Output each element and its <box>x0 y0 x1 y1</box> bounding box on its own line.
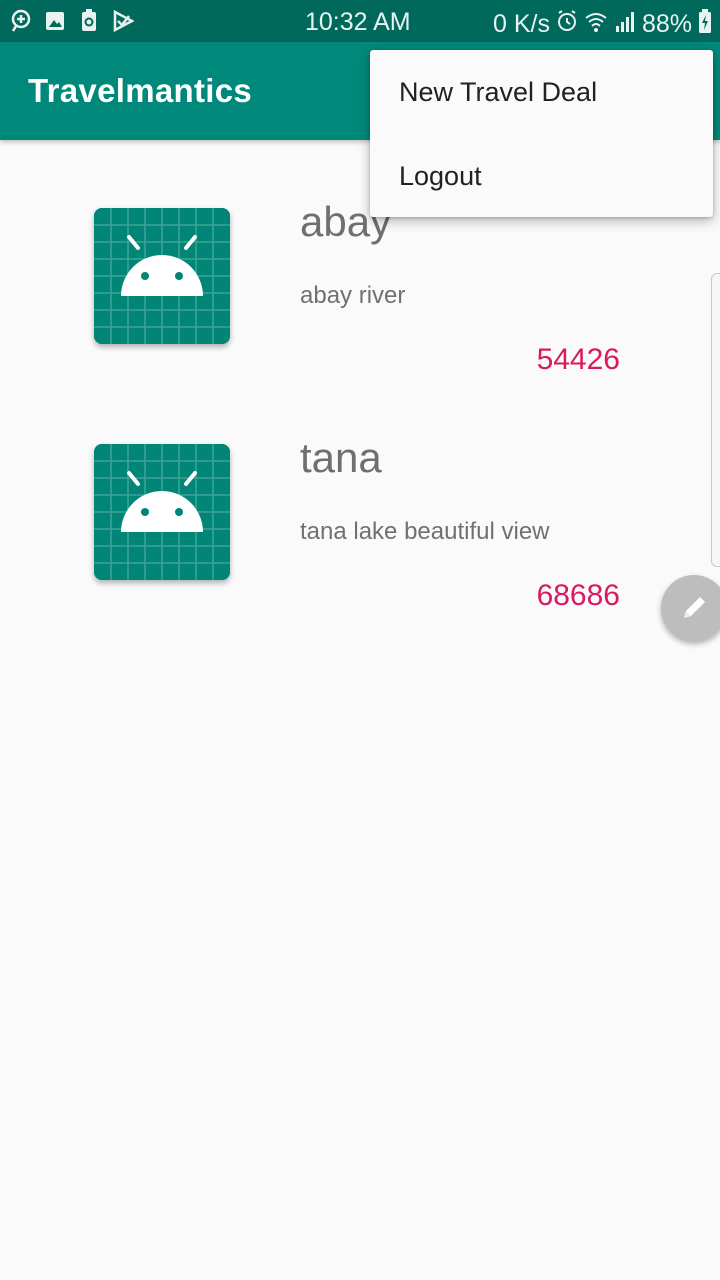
location-icon <box>10 8 32 34</box>
deal-description: tana lake beautiful view <box>300 518 550 545</box>
overflow-menu: New Travel Deal Logout <box>370 50 713 217</box>
deal-price: 54426 <box>536 343 620 376</box>
deal-price: 68686 <box>536 579 620 612</box>
offscreen-card-edge <box>711 273 720 567</box>
deal-description: abay river <box>300 282 406 309</box>
alarm-icon <box>556 9 578 40</box>
wifi-icon <box>584 9 608 40</box>
list-item[interactable]: tana tana lake beautiful view 68686 <box>0 376 720 612</box>
battery-percent: 88% <box>641 10 692 38</box>
android-placeholder-icon <box>94 444 230 580</box>
status-time: 10:32 AM <box>305 8 411 36</box>
menu-item-new-travel-deal[interactable]: New Travel Deal <box>370 50 713 134</box>
signal-icon <box>614 9 636 40</box>
menu-item-logout[interactable]: Logout <box>370 134 713 218</box>
add-deal-fab[interactable] <box>661 575 720 641</box>
recycle-icon <box>78 8 100 34</box>
android-placeholder-icon <box>94 208 230 344</box>
status-right: 0 K/s 88% <box>493 8 712 41</box>
network-speed: 0 K/s <box>492 10 550 38</box>
deal-title: tana <box>300 434 382 481</box>
status-left-icons <box>10 8 135 34</box>
battery-icon <box>698 8 712 41</box>
app-title: Travelmantics <box>28 72 253 109</box>
edit-pencil-icon <box>684 597 705 618</box>
play-store-icon <box>112 8 135 34</box>
status-bar: 10:32 AM 0 K/s 88% <box>0 0 720 42</box>
gallery-icon <box>44 8 66 34</box>
